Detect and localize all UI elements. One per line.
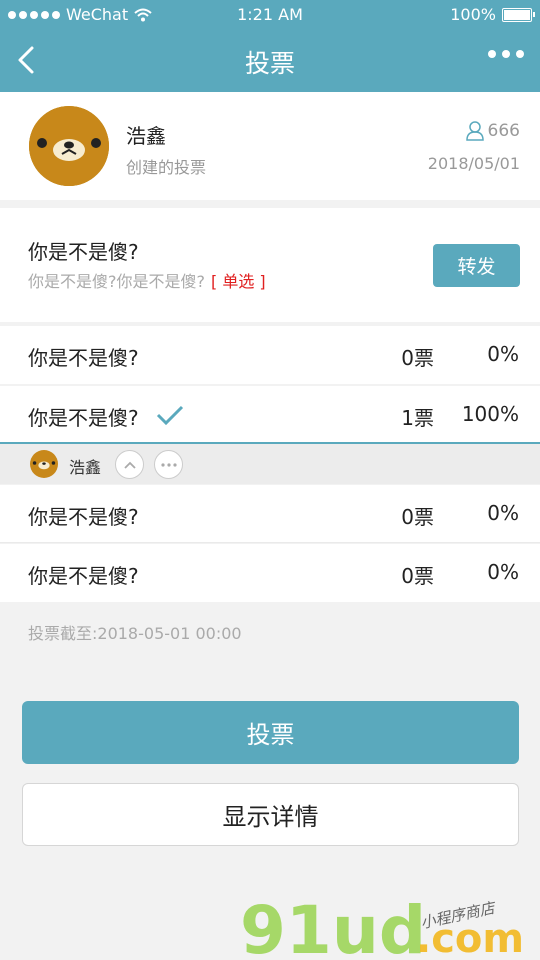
- person-icon: [465, 121, 484, 141]
- battery-percent: 100%: [450, 5, 496, 24]
- option-label: 你是不是傻?: [28, 346, 139, 370]
- ellipsis-icon: [160, 462, 177, 467]
- option-votes: 1票: [401, 406, 434, 430]
- vote-button[interactable]: 投票: [22, 701, 519, 764]
- author-card: 浩鑫 创建的投票 666 2018/05/01: [0, 92, 540, 200]
- option-row-selected[interactable]: 你是不是傻? 1票 100%: [0, 386, 540, 444]
- option-label: 你是不是傻?: [28, 564, 139, 588]
- option-percent: 0%: [487, 342, 519, 366]
- battery-status: 100%: [450, 5, 535, 24]
- header-bar: WeChat 1:21 AM 100% 投票: [0, 0, 540, 92]
- share-button[interactable]: 转发: [433, 244, 520, 287]
- option-label: 你是不是傻?: [28, 406, 139, 430]
- page-title: 投票: [244, 49, 295, 78]
- question-description: 你是不是傻?你是不是傻? [ 单选 ]: [28, 268, 266, 292]
- voter-list: 浩鑫: [0, 444, 540, 484]
- option-percent: 100%: [461, 402, 519, 426]
- option-votes: 0票: [401, 505, 434, 529]
- question-description-text: 你是不是傻?你是不是傻?: [28, 272, 205, 291]
- voter-avatar: [30, 450, 58, 478]
- option-row[interactable]: 你是不是傻? 0票 0%: [0, 485, 540, 543]
- option-percent: 0%: [487, 560, 519, 584]
- voter-name: 浩鑫: [69, 458, 102, 477]
- question-card: 你是不是傻? 你是不是傻?你是不是傻? [ 单选 ] 转发: [0, 208, 540, 322]
- status-bar: WeChat 1:21 AM 100%: [0, 0, 540, 30]
- more-voters-button[interactable]: [154, 450, 183, 479]
- collapse-button[interactable]: [115, 450, 144, 479]
- avatar: [29, 106, 109, 186]
- option-label: 你是不是傻?: [28, 505, 139, 529]
- svg-text:91ud: 91ud: [240, 892, 426, 960]
- author-subtitle: 创建的投票: [126, 158, 207, 177]
- question-title: 你是不是傻?: [28, 240, 139, 264]
- checkmark-icon: [156, 405, 184, 426]
- battery-icon: [502, 7, 535, 22]
- option-row[interactable]: 你是不是傻? 0票 0%: [0, 326, 540, 384]
- participant-count: 666: [465, 121, 520, 141]
- option-votes: 0票: [401, 346, 434, 370]
- option-percent: 0%: [487, 501, 519, 525]
- author-name: 浩鑫: [126, 124, 166, 148]
- deadline-text: 投票截至:2018-05-01 00:00: [28, 624, 242, 643]
- vote-page: WeChat 1:21 AM 100% 投票 浩鑫 创建的投票 666 2018…: [0, 0, 540, 960]
- question-type: [ 单选 ]: [211, 272, 266, 291]
- watermark-logo: 91ud .com 小程序商店: [240, 892, 524, 960]
- option-row[interactable]: 你是不是傻? 0票 0%: [0, 544, 540, 602]
- participant-number: 666: [487, 121, 520, 141]
- chevron-up-icon: [123, 461, 136, 469]
- option-votes: 0票: [401, 564, 434, 588]
- created-date: 2018/05/01: [427, 154, 520, 173]
- show-details-button[interactable]: 显示详情: [22, 783, 519, 846]
- more-icon[interactable]: [488, 50, 524, 58]
